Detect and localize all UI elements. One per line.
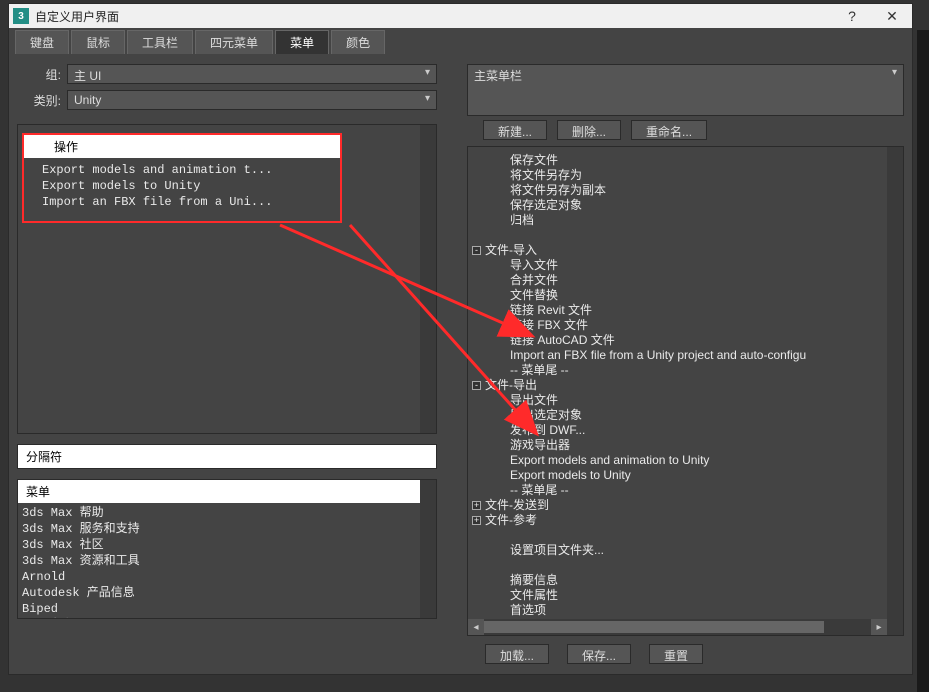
scroll-right-icon[interactable]: ▸: [871, 619, 887, 635]
menu-listbox[interactable]: 菜单 3ds Max 帮助 3ds Max 服务和支持 3ds Max 社区 3…: [17, 479, 437, 619]
window-title: 自定义用户界面: [35, 8, 119, 25]
left-panel: 组: 主 UI 类别: Unity 操作 Export models and a…: [17, 64, 437, 664]
save-button[interactable]: 保存...: [567, 644, 631, 664]
menu-item[interactable]: 3ds Max 服务和支持: [22, 521, 436, 537]
actions-header: 操作: [24, 135, 340, 158]
tree-group-import[interactable]: -文件-导入: [496, 243, 903, 258]
v-scrollbar[interactable]: [420, 125, 436, 433]
tree-item[interactable]: 合并文件: [496, 273, 903, 288]
tree-item[interactable]: 导出选定对象: [496, 408, 903, 423]
category-combo[interactable]: Unity: [67, 90, 437, 110]
titlebar: 3 自定义用户界面 ? ✕: [9, 4, 912, 28]
action-item[interactable]: Import an FBX file from a Uni...: [42, 194, 340, 210]
tree-group-export[interactable]: -文件-导出: [496, 378, 903, 393]
collapse-icon[interactable]: -: [472, 246, 481, 255]
app-icon: 3: [13, 8, 29, 24]
reset-button[interactable]: 重置: [649, 644, 703, 664]
new-button[interactable]: 新建...: [483, 120, 547, 140]
expand-icon[interactable]: +: [472, 501, 481, 510]
menu-header: 菜单: [18, 480, 436, 503]
rename-button[interactable]: 重命名...: [631, 120, 707, 140]
h-scrollbar[interactable]: ◂ ▸: [468, 619, 887, 635]
tree-item[interactable]: 将文件另存为: [496, 168, 903, 183]
actions-listbox[interactable]: 操作 Export models and animation t... Expo…: [17, 124, 437, 434]
action-item[interactable]: Export models and animation t...: [42, 162, 340, 178]
tree-tail: -- 菜单尾 --: [496, 483, 903, 498]
v-scrollbar[interactable]: [420, 480, 436, 618]
menu-item[interactable]: Arnold: [22, 569, 436, 585]
tab-keyboard[interactable]: 键盘: [15, 30, 69, 54]
tree-item[interactable]: 摘要信息: [496, 573, 903, 588]
tree-item[interactable]: 导出文件: [496, 393, 903, 408]
tree-item[interactable]: Export models to Unity: [496, 468, 903, 483]
menu-item[interactable]: 3ds Max 帮助: [22, 505, 436, 521]
main-menu-combo[interactable]: 主菜单栏: [467, 64, 904, 116]
right-panel: 主菜单栏 新建... 删除... 重命名... 保存文件 将文件另存为 将文件另…: [467, 64, 904, 664]
action-item[interactable]: Export models to Unity: [42, 178, 340, 194]
menu-item[interactable]: Autodesk 产品信息: [22, 585, 436, 601]
tree-item[interactable]: 导入文件: [496, 258, 903, 273]
scroll-left-icon[interactable]: ◂: [468, 619, 484, 635]
customize-ui-dialog: 3 自定义用户界面 ? ✕ 键盘 鼠标 工具栏 四元菜单 菜单 颜色 组: 主 …: [8, 3, 913, 675]
tree-item[interactable]: 链接 AutoCAD 文件: [496, 333, 903, 348]
background-strip: [917, 30, 929, 692]
tree-item[interactable]: 归档: [496, 213, 903, 228]
tab-quadmenu[interactable]: 四元菜单: [195, 30, 273, 54]
tree-item[interactable]: 将文件另存为副本: [496, 183, 903, 198]
tree-item[interactable]: 保存选定对象: [496, 198, 903, 213]
help-button[interactable]: ?: [832, 4, 872, 28]
group-combo[interactable]: 主 UI: [67, 64, 437, 84]
tree-item[interactable]: Import an FBX file from a Unity project …: [496, 348, 903, 363]
tree-item[interactable]: 链接 FBX 文件: [496, 318, 903, 333]
tree-group-sendto[interactable]: +文件-发送到: [496, 498, 903, 513]
tree-group-reference[interactable]: +文件-参考: [496, 513, 903, 528]
scroll-thumb[interactable]: [484, 621, 824, 633]
tree-tail: -- 菜单尾 --: [496, 363, 903, 378]
menu-item[interactable]: CAT 角色: [22, 617, 436, 619]
actions-highlight-box: 操作 Export models and animation t... Expo…: [22, 133, 342, 223]
tree-item[interactable]: 文件替换: [496, 288, 903, 303]
tree-item[interactable]: 发布到 DWF...: [496, 423, 903, 438]
tree-item[interactable]: 链接 Revit 文件: [496, 303, 903, 318]
tree-item[interactable]: 保存文件: [496, 153, 903, 168]
tab-toolbar[interactable]: 工具栏: [127, 30, 193, 54]
menu-item[interactable]: 3ds Max 社区: [22, 537, 436, 553]
v-scrollbar[interactable]: [887, 147, 903, 635]
separator-item[interactable]: 分隔符: [17, 444, 437, 469]
tab-mouse[interactable]: 鼠标: [71, 30, 125, 54]
tree-item[interactable]: 游戏导出器: [496, 438, 903, 453]
delete-button[interactable]: 删除...: [557, 120, 621, 140]
tree-item[interactable]: 文件属性: [496, 588, 903, 603]
category-label: 类别:: [17, 92, 67, 109]
tree-item[interactable]: 设置项目文件夹...: [496, 543, 903, 558]
close-button[interactable]: ✕: [872, 4, 912, 28]
tree-item[interactable]: Export models and animation to Unity: [496, 453, 903, 468]
tab-color[interactable]: 颜色: [331, 30, 385, 54]
expand-icon[interactable]: +: [472, 516, 481, 525]
tab-menu[interactable]: 菜单: [275, 30, 329, 54]
tree-item[interactable]: 首选项: [496, 603, 903, 618]
menu-item[interactable]: 3ds Max 资源和工具: [22, 553, 436, 569]
load-button[interactable]: 加载...: [485, 644, 549, 664]
collapse-icon[interactable]: -: [472, 381, 481, 390]
menu-tree[interactable]: 保存文件 将文件另存为 将文件另存为副本 保存选定对象 归档 -文件-导入 导入…: [467, 146, 904, 636]
group-label: 组:: [17, 66, 67, 83]
menu-item[interactable]: Biped: [22, 601, 436, 617]
tab-bar: 键盘 鼠标 工具栏 四元菜单 菜单 颜色: [9, 28, 912, 54]
